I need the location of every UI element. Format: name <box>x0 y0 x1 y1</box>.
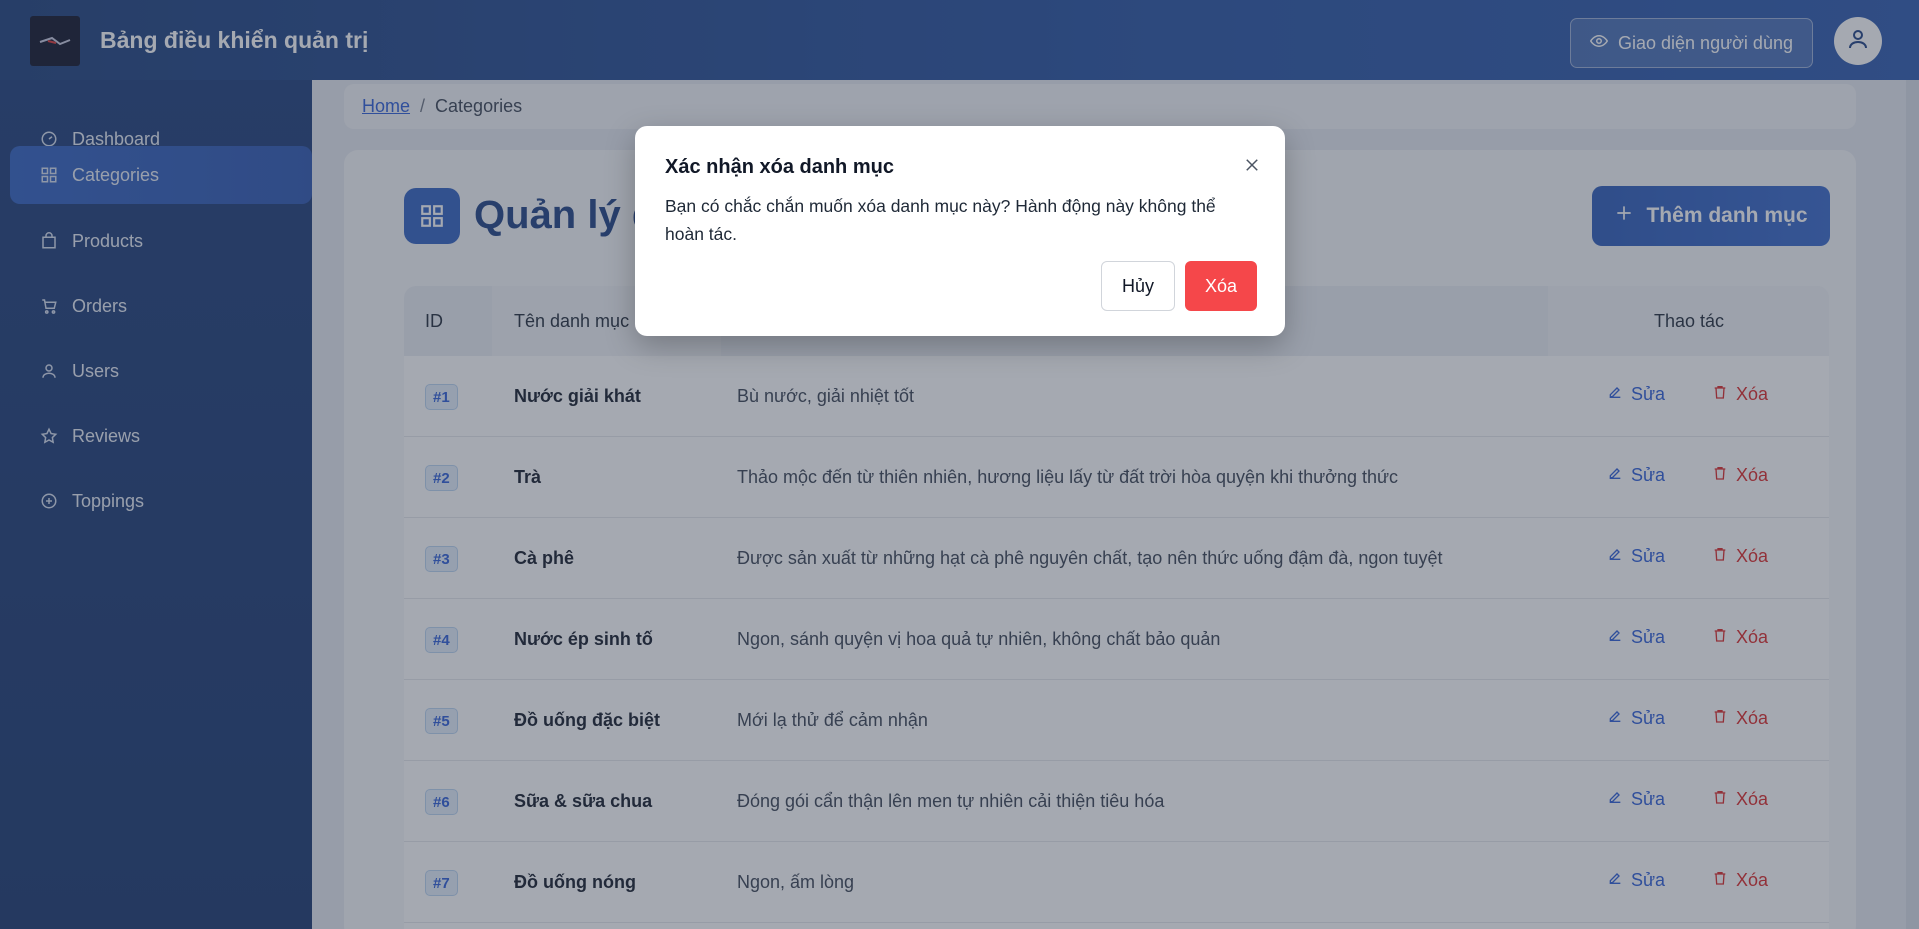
delete-confirm-dialog: Xác nhận xóa danh mục Bạn có chắc chắn m… <box>635 126 1285 336</box>
dialog-title: Xác nhận xóa danh mục <box>665 156 894 178</box>
confirm-delete-button[interactable]: Xóa <box>1185 261 1257 311</box>
cancel-button[interactable]: Hủy <box>1101 261 1175 311</box>
close-icon[interactable] <box>1237 150 1267 180</box>
dialog-message: Bạn có chắc chắn muốn xóa danh mục này? … <box>665 196 1216 244</box>
